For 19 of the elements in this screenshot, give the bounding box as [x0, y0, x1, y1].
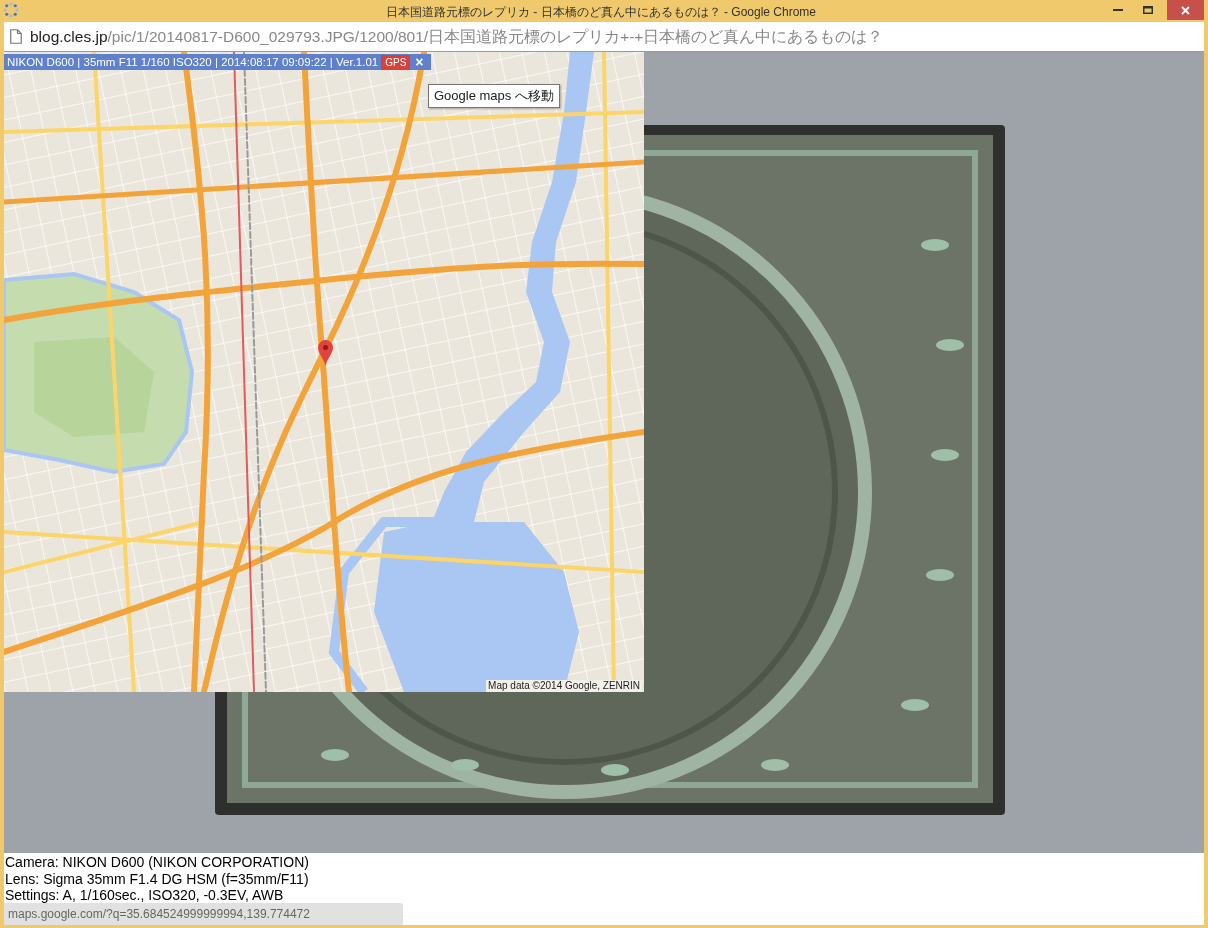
gps-button[interactable]: GPS	[381, 54, 411, 70]
close-button[interactable]: ×	[410, 54, 429, 70]
minimize-icon	[1113, 9, 1123, 11]
maximize-icon	[1143, 6, 1153, 14]
tooltip: Google maps へ移動	[428, 84, 560, 108]
map-pin-icon	[318, 340, 333, 366]
link-status-bubble: maps.google.com/?q=35.684524999999994,139.774472	[4, 903, 403, 925]
url-text: blog.cles.jp/pic/1/20140817-D600_029793.JPG/1200/801/日本国道路元標のレプリカ+-+日本橋のど真ん中にあるものは？	[30, 26, 884, 47]
loading-spinner-icon	[3, 2, 19, 18]
window-title: 日本国道路元標のレプリカ - 日本橋のど真ん中にあるものは？ - Google Chrome	[385, 4, 816, 21]
exif-caption-line: Camera: NIKON D600 (NIKON CORPORATION)	[5, 854, 310, 871]
map-drawing[interactable]	[4, 52, 644, 692]
close-window-button[interactable]	[1167, 0, 1204, 20]
close-icon	[1181, 5, 1190, 15]
exif-caption-line: Settings: A, 1/160sec., ISO320, -0.3EV, AWB	[5, 887, 285, 904]
exif-caption-line: Lens: Sigma 35mm F1.4 DG HSM (f=35mm/F11)	[5, 870, 310, 887]
page-icon	[10, 29, 22, 44]
exif-text: NIKON D600 | 35mm F11 1/160 ISO320 | 2014:08:17 09:09:22 | Ver.1.01	[6, 55, 380, 70]
map-attribution: Map data ©2014 Google, ZENRIN	[486, 680, 642, 692]
